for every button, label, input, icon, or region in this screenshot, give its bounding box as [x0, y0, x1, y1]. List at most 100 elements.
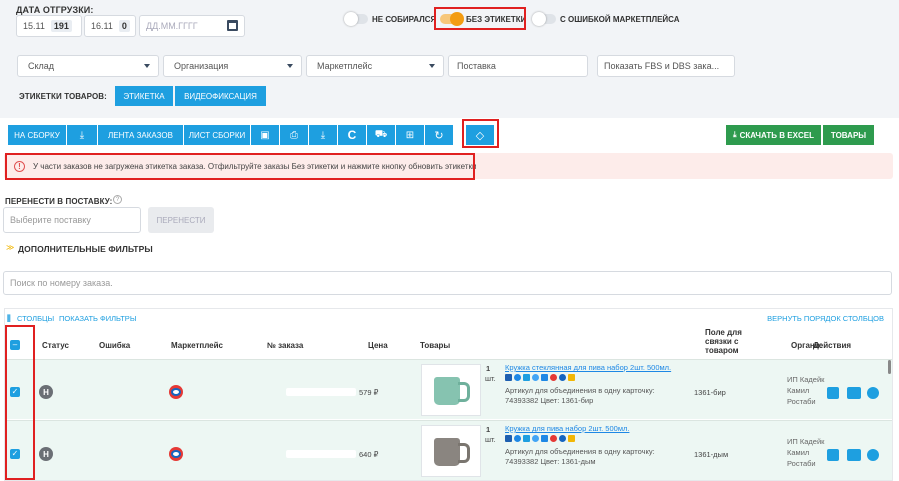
status-badge: Н: [39, 385, 53, 399]
download-icon[interactable]: ⤓: [309, 125, 337, 145]
feature-icon: [568, 374, 575, 381]
truck-icon[interactable]: ⛟: [367, 125, 395, 145]
col-error[interactable]: Ошибка: [99, 341, 130, 350]
help-icon[interactable]: ?: [113, 195, 122, 204]
order-number-masked: [286, 388, 356, 396]
supply-input-value: Поставка: [457, 61, 496, 71]
show-filters-link[interactable]: ПОКАЗАТЬ ФИЛЬТРЫ: [59, 314, 136, 323]
label-button[interactable]: ЭТИКЕТКА: [115, 86, 173, 106]
truck-icon[interactable]: [847, 449, 861, 461]
organization-line3: Ростаби: [787, 459, 816, 468]
reset-columns-link[interactable]: ВЕРНУТЬ ПОРЯДОК СТОЛБЦОВ: [767, 314, 884, 323]
marketplace-select-value: Маркетплейс: [317, 61, 373, 71]
col-goods[interactable]: Товары: [420, 341, 450, 350]
link-value: 1361-дым: [694, 450, 729, 459]
assembly-sheet-button[interactable]: ЛИСТ СБОРКИ: [184, 125, 250, 145]
download-excel-label: СКАЧАТЬ В EXCEL: [739, 130, 814, 140]
col-actions[interactable]: Действия: [813, 341, 851, 350]
col-link-field-line3: товаром: [705, 346, 739, 355]
basket-icon[interactable]: [827, 449, 839, 461]
product-image[interactable]: [421, 364, 481, 416]
date-chip-date: 16.11: [91, 21, 113, 31]
chevron-down-icon: [144, 64, 150, 68]
product-article-line1: Артикул для объединения в одну карточку:: [505, 386, 655, 395]
download-icon[interactable]: ⤓: [67, 125, 97, 145]
order-search-input[interactable]: Поиск по номеру заказа.: [3, 271, 892, 295]
orders-tape-button[interactable]: ЛЕНТА ЗАКАЗОВ: [98, 125, 183, 145]
date-input[interactable]: ДД.ММ.ГГГГ: [139, 15, 245, 37]
order-number-masked: [286, 450, 356, 458]
table-row[interactable]: ✓ Н 579 ₽ 1 шт. Кружка стеклянная для пи…: [5, 359, 892, 419]
feature-icon: [532, 435, 539, 442]
product-link[interactable]: Кружка для пива набор 2шт. 500мл.: [505, 424, 629, 433]
extra-filters-toggle[interactable]: ДОПОЛНИТЕЛЬНЫЕ ФИЛЬТРЫ: [18, 244, 153, 254]
truck-icon[interactable]: [847, 387, 861, 399]
to-assembly-button[interactable]: НА СБОРКУ: [8, 125, 66, 145]
cancel-icon[interactable]: [867, 387, 879, 399]
mug-image: [434, 438, 470, 466]
organization-select-value: Организация: [174, 61, 229, 71]
show-fbs-dbs-select[interactable]: Показать FBS и DBS зака...: [597, 55, 735, 77]
toggle-not-assembled-label: НЕ СОБИРАЛСЯ: [372, 15, 437, 24]
col-price[interactable]: Цена: [368, 341, 388, 350]
warehouse-select[interactable]: Склад: [17, 55, 159, 77]
unit: шт.: [485, 374, 496, 383]
goods-button[interactable]: ТОВАРЫ: [823, 125, 874, 145]
date-chip-16-11[interactable]: 16.11 0: [84, 15, 136, 37]
sync-icon[interactable]: ↻: [425, 125, 453, 145]
date-chip-15-11[interactable]: 15.11 191: [16, 15, 82, 37]
cancel-icon[interactable]: [867, 449, 879, 461]
shipping-date-label: ДАТА ОТГРУЗКИ:: [16, 5, 94, 15]
organization-line1: ИП Кадейк: [787, 437, 825, 446]
col-marketplace[interactable]: Маркетплейс: [171, 341, 223, 350]
print-icon[interactable]: ⎙: [280, 125, 308, 145]
refresh-c-icon[interactable]: C: [338, 125, 366, 145]
organization: ИП Кадейк Камил Ростаби: [787, 374, 824, 407]
organization-select[interactable]: Организация: [163, 55, 302, 77]
warehouse-select-value: Склад: [28, 61, 55, 71]
video-fixation-button[interactable]: ВИДЕОФИКСАЦИЯ: [175, 86, 266, 106]
product-feature-icons: [505, 374, 595, 383]
date-chip-count: 0: [118, 20, 130, 32]
columns-link[interactable]: СТОЛБЦЫ: [17, 314, 54, 323]
organization: ИП Кадейк Камил Ростаби: [787, 436, 824, 469]
col-link-field-line1: Поле для: [705, 328, 742, 337]
organization-line2: Камил: [787, 448, 810, 457]
supply-input[interactable]: Поставка: [448, 55, 588, 77]
transfer-button[interactable]: ПЕРЕНЕСТИ: [148, 207, 214, 233]
orders-table: ⫼ СТОЛБЦЫ ПОКАЗАТЬ ФИЛЬТРЫ ВЕРНУТЬ ПОРЯД…: [4, 308, 893, 481]
product-link[interactable]: Кружка стеклянная для пива набор 2шт. 50…: [505, 363, 671, 372]
col-link-field[interactable]: Поле для связки с товаром: [705, 328, 742, 355]
toggle-marketplace-error-label: С ОШИБКОЙ МАРКЕТПЛЕЙСА: [560, 15, 680, 24]
col-status[interactable]: Статус: [42, 341, 69, 350]
organization-line2: Камил: [787, 386, 810, 395]
organization-line3: Ростаби: [787, 397, 816, 406]
marketplace-logo-icon: [169, 385, 183, 399]
col-order-number[interactable]: № заказа: [267, 341, 303, 350]
download-excel-button[interactable]: ⤓ СКАЧАТЬ В EXCEL: [726, 125, 821, 145]
feature-icon: [505, 435, 512, 442]
transfer-label: ПЕРЕНЕСТИ В ПОСТАВКУ:: [5, 197, 113, 206]
marketplace-select[interactable]: Маркетплейс: [306, 55, 444, 77]
product-article-line2: 74393382 Цвет: 1361-бир: [505, 396, 594, 405]
feature-icon: [523, 435, 530, 442]
date-input-placeholder: ДД.ММ.ГГГГ: [146, 21, 198, 31]
columns-icon[interactable]: ⫼: [7, 314, 11, 324]
cart-icon[interactable]: ⊞: [396, 125, 424, 145]
price: 579 ₽: [359, 388, 379, 397]
basket-icon[interactable]: [827, 387, 839, 399]
scrollbar-thumb[interactable]: [888, 360, 891, 374]
date-chip-date: 15.11: [23, 21, 45, 31]
supply-picker[interactable]: Выберите поставку: [3, 207, 141, 233]
calendar-icon[interactable]: [227, 20, 238, 31]
chevron-down-icon[interactable]: ≫: [6, 243, 14, 252]
product-labels-label: ЭТИКЕТКИ ТОВАРОВ:: [19, 92, 107, 101]
toggle-marketplace-error[interactable]: [532, 12, 556, 26]
pdf-icon[interactable]: ▣: [251, 125, 279, 145]
mug-image: [434, 377, 470, 405]
product-image[interactable]: [421, 425, 481, 477]
toggle-not-assembled[interactable]: [344, 12, 368, 26]
chevron-down-icon: [429, 64, 435, 68]
unit: шт.: [485, 435, 496, 444]
table-row[interactable]: ✓ Н 640 ₽ 1 шт. Кружка для пива набор 2ш…: [5, 420, 892, 480]
